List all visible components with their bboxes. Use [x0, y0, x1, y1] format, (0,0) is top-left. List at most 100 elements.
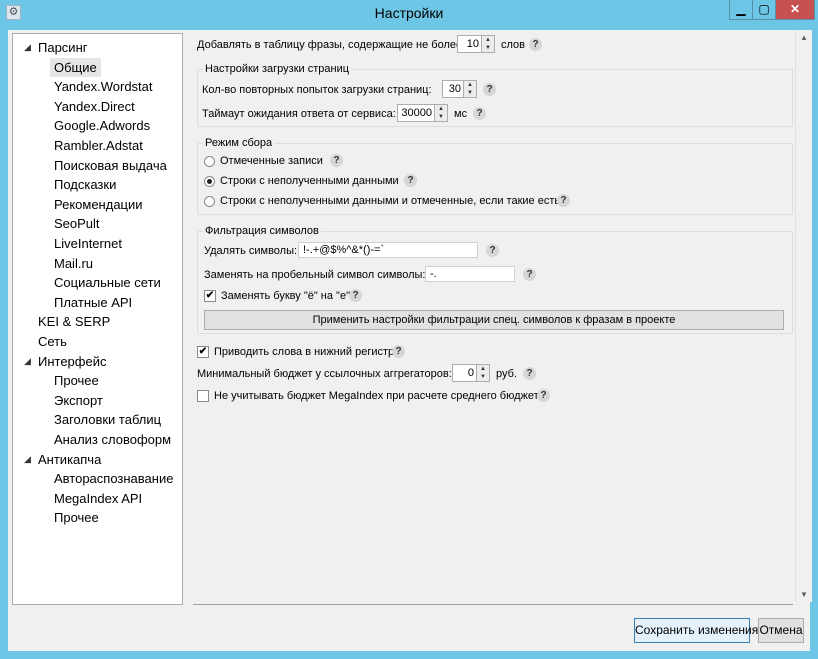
increment-icon[interactable]: ▲ [464, 81, 476, 89]
radio-missing-and-marked[interactable] [204, 196, 215, 207]
tree-item[interactable]: ◢ Парсинг [24, 38, 88, 57]
radio-missing-data-rows-label[interactable]: Строки с неполученными данными [220, 174, 399, 188]
help-icon[interactable]: ? [523, 268, 536, 281]
tree-item[interactable]: Рекомендации [54, 195, 143, 214]
tree-item-label: MegaIndex API [54, 490, 143, 506]
tree-item-label: Общие [54, 59, 97, 75]
tree-item[interactable]: Автораспознавание [54, 469, 173, 488]
radio-missing-data-rows[interactable] [204, 176, 215, 187]
tree-item[interactable]: Подсказки [54, 175, 116, 194]
decrement-icon[interactable]: ▼ [435, 113, 447, 121]
close-button[interactable]: ✕ [775, 0, 815, 20]
tree-item[interactable]: LiveInternet [54, 234, 122, 253]
increment-icon[interactable]: ▲ [435, 105, 447, 113]
min-budget-stepper[interactable]: 0 ▲ ▼ [452, 364, 490, 382]
tree-item-label: Google.Adwords [54, 118, 151, 134]
remove-symbols-input[interactable]: !-.+@$%^&*()-=` [298, 242, 478, 258]
tree-item[interactable]: SeoPult [54, 214, 100, 233]
replace-yo-checkbox[interactable]: ✔ [204, 290, 216, 302]
tree-item-label: Заголовки таблиц [54, 412, 162, 428]
tree-item[interactable]: Поисковая выдача [54, 156, 167, 175]
help-icon[interactable]: ? [392, 345, 405, 358]
lowercase-checkbox[interactable]: ✔ [197, 346, 209, 358]
tree-item[interactable]: Google.Adwords [54, 116, 150, 135]
tree-item[interactable]: Анализ словоформ [54, 430, 171, 449]
apply-filter-button[interactable]: Применить настройки фильтрации спец. сим… [204, 310, 784, 330]
maximize-button[interactable]: ▢ [752, 0, 776, 20]
tree-item[interactable]: KEI & SERP [38, 312, 110, 331]
help-icon[interactable]: ? [483, 83, 496, 96]
tree-item[interactable]: Rambler.Adstat [54, 136, 143, 155]
decrement-icon[interactable]: ▼ [464, 89, 476, 97]
tree-item-label: Yandex.Direct [54, 98, 135, 114]
tree-item-label: KEI & SERP [38, 314, 111, 330]
save-changes-button[interactable]: Сохранить изменения [634, 618, 758, 643]
retries-label: Кол-во повторных попыток загрузки страни… [202, 84, 432, 96]
tree-item-label: Автораспознавание [54, 471, 174, 487]
tree-item[interactable]: Yandex.Direct [54, 97, 135, 116]
divider [193, 604, 793, 605]
help-icon[interactable]: ? [404, 174, 417, 187]
tree-item[interactable]: Mail.ru [54, 254, 93, 273]
tree-item[interactable]: Общие [50, 57, 101, 77]
decrement-icon[interactable]: ▼ [482, 44, 494, 52]
radio-missing-and-marked-label[interactable]: Строки с неполученными данными и отмечен… [220, 194, 560, 208]
replace-yo-label[interactable]: Заменять букву "ё" на "е" [221, 289, 350, 303]
scroll-down-icon[interactable]: ▼ [800, 590, 808, 599]
tree-item[interactable]: Прочее [54, 371, 99, 390]
tree-item[interactable]: Заголовки таблиц [54, 410, 161, 429]
max-words-stepper[interactable]: 10 ▲ ▼ [457, 35, 495, 53]
scroll-up-icon[interactable]: ▲ [800, 33, 808, 42]
min-budget-label: Минимальный бюджет у ссылочных аггрегато… [197, 368, 452, 380]
expand-arrow-icon[interactable]: ◢ [24, 352, 31, 371]
radio-marked-records-label[interactable]: Отмеченные записи [220, 154, 323, 168]
settings-panel: Добавлять в таблицу фразы, содержащие не… [193, 33, 808, 605]
min-budget-unit-label: руб. [496, 368, 517, 380]
tree-item[interactable]: Yandex.Wordstat [54, 77, 153, 96]
help-icon[interactable]: ? [486, 244, 499, 257]
tree-item[interactable]: Экспорт [54, 391, 103, 410]
help-icon[interactable]: ? [349, 289, 362, 302]
tree-item[interactable]: Сеть [38, 332, 67, 351]
help-icon[interactable]: ? [473, 107, 486, 120]
timeout-stepper[interactable]: 30000 ▲ ▼ [397, 104, 448, 122]
ignore-megaindex-label[interactable]: Не учитывать бюджет MegaIndex при расчет… [214, 389, 545, 403]
tree-item-label: Rambler.Adstat [54, 138, 143, 153]
expand-arrow-icon[interactable]: ◢ [24, 38, 31, 57]
tree-item-label: Интерфейс [38, 353, 107, 369]
help-icon[interactable]: ? [529, 38, 542, 51]
tree-item[interactable]: MegaIndex API [54, 489, 142, 508]
radio-marked-records[interactable] [204, 156, 215, 167]
tree-item-label: Подсказки [54, 177, 117, 193]
retries-stepper[interactable]: 30 ▲ ▼ [442, 80, 477, 98]
tree-item[interactable]: Прочее [54, 508, 99, 527]
tree-item[interactable]: ◢ Интерфейс [24, 352, 107, 371]
help-icon[interactable]: ? [537, 389, 550, 402]
increment-icon[interactable]: ▲ [482, 36, 494, 44]
tree-item-label: LiveInternet [54, 236, 122, 251]
expand-arrow-icon[interactable]: ◢ [24, 450, 31, 469]
lowercase-label[interactable]: Приводить слова в нижний регистр [214, 345, 394, 359]
vertical-scrollbar[interactable]: ▲ ▼ [795, 30, 812, 602]
collect-mode-group: Режим сбора Отмеченные записи ? Строки с… [197, 136, 793, 215]
help-icon[interactable]: ? [523, 367, 536, 380]
title-bar[interactable]: ⚙ Настройки ▁ ▢ ✕ [0, 0, 818, 27]
dialog-body: ◢ Парсинг Общие Yandex.Wordstat Yandex.Direc… [8, 30, 812, 651]
cancel-button[interactable]: Отмена [758, 618, 804, 643]
tree-item[interactable]: Социальные сети [54, 273, 161, 292]
tree-item-label: Платные API [54, 294, 133, 310]
tree-item[interactable]: ◢ Антикапча [24, 450, 101, 469]
help-icon[interactable]: ? [557, 194, 570, 207]
replace-symbols-input[interactable]: -. [425, 266, 515, 282]
tree-item[interactable]: Платные API [54, 293, 132, 312]
decrement-icon[interactable]: ▼ [477, 373, 489, 381]
help-icon[interactable]: ? [330, 154, 343, 167]
increment-icon[interactable]: ▲ [477, 365, 489, 373]
tree-item-label: Прочее [54, 373, 99, 389]
page-load-title: Настройки загрузки страниц [203, 62, 352, 76]
collect-mode-title: Режим сбора [203, 136, 275, 150]
minimize-button[interactable]: ▁ [729, 0, 753, 20]
timeout-unit-label: мс [454, 108, 468, 120]
ignore-megaindex-checkbox[interactable] [197, 390, 209, 402]
remove-symbols-label: Удалять символы: [204, 245, 298, 257]
